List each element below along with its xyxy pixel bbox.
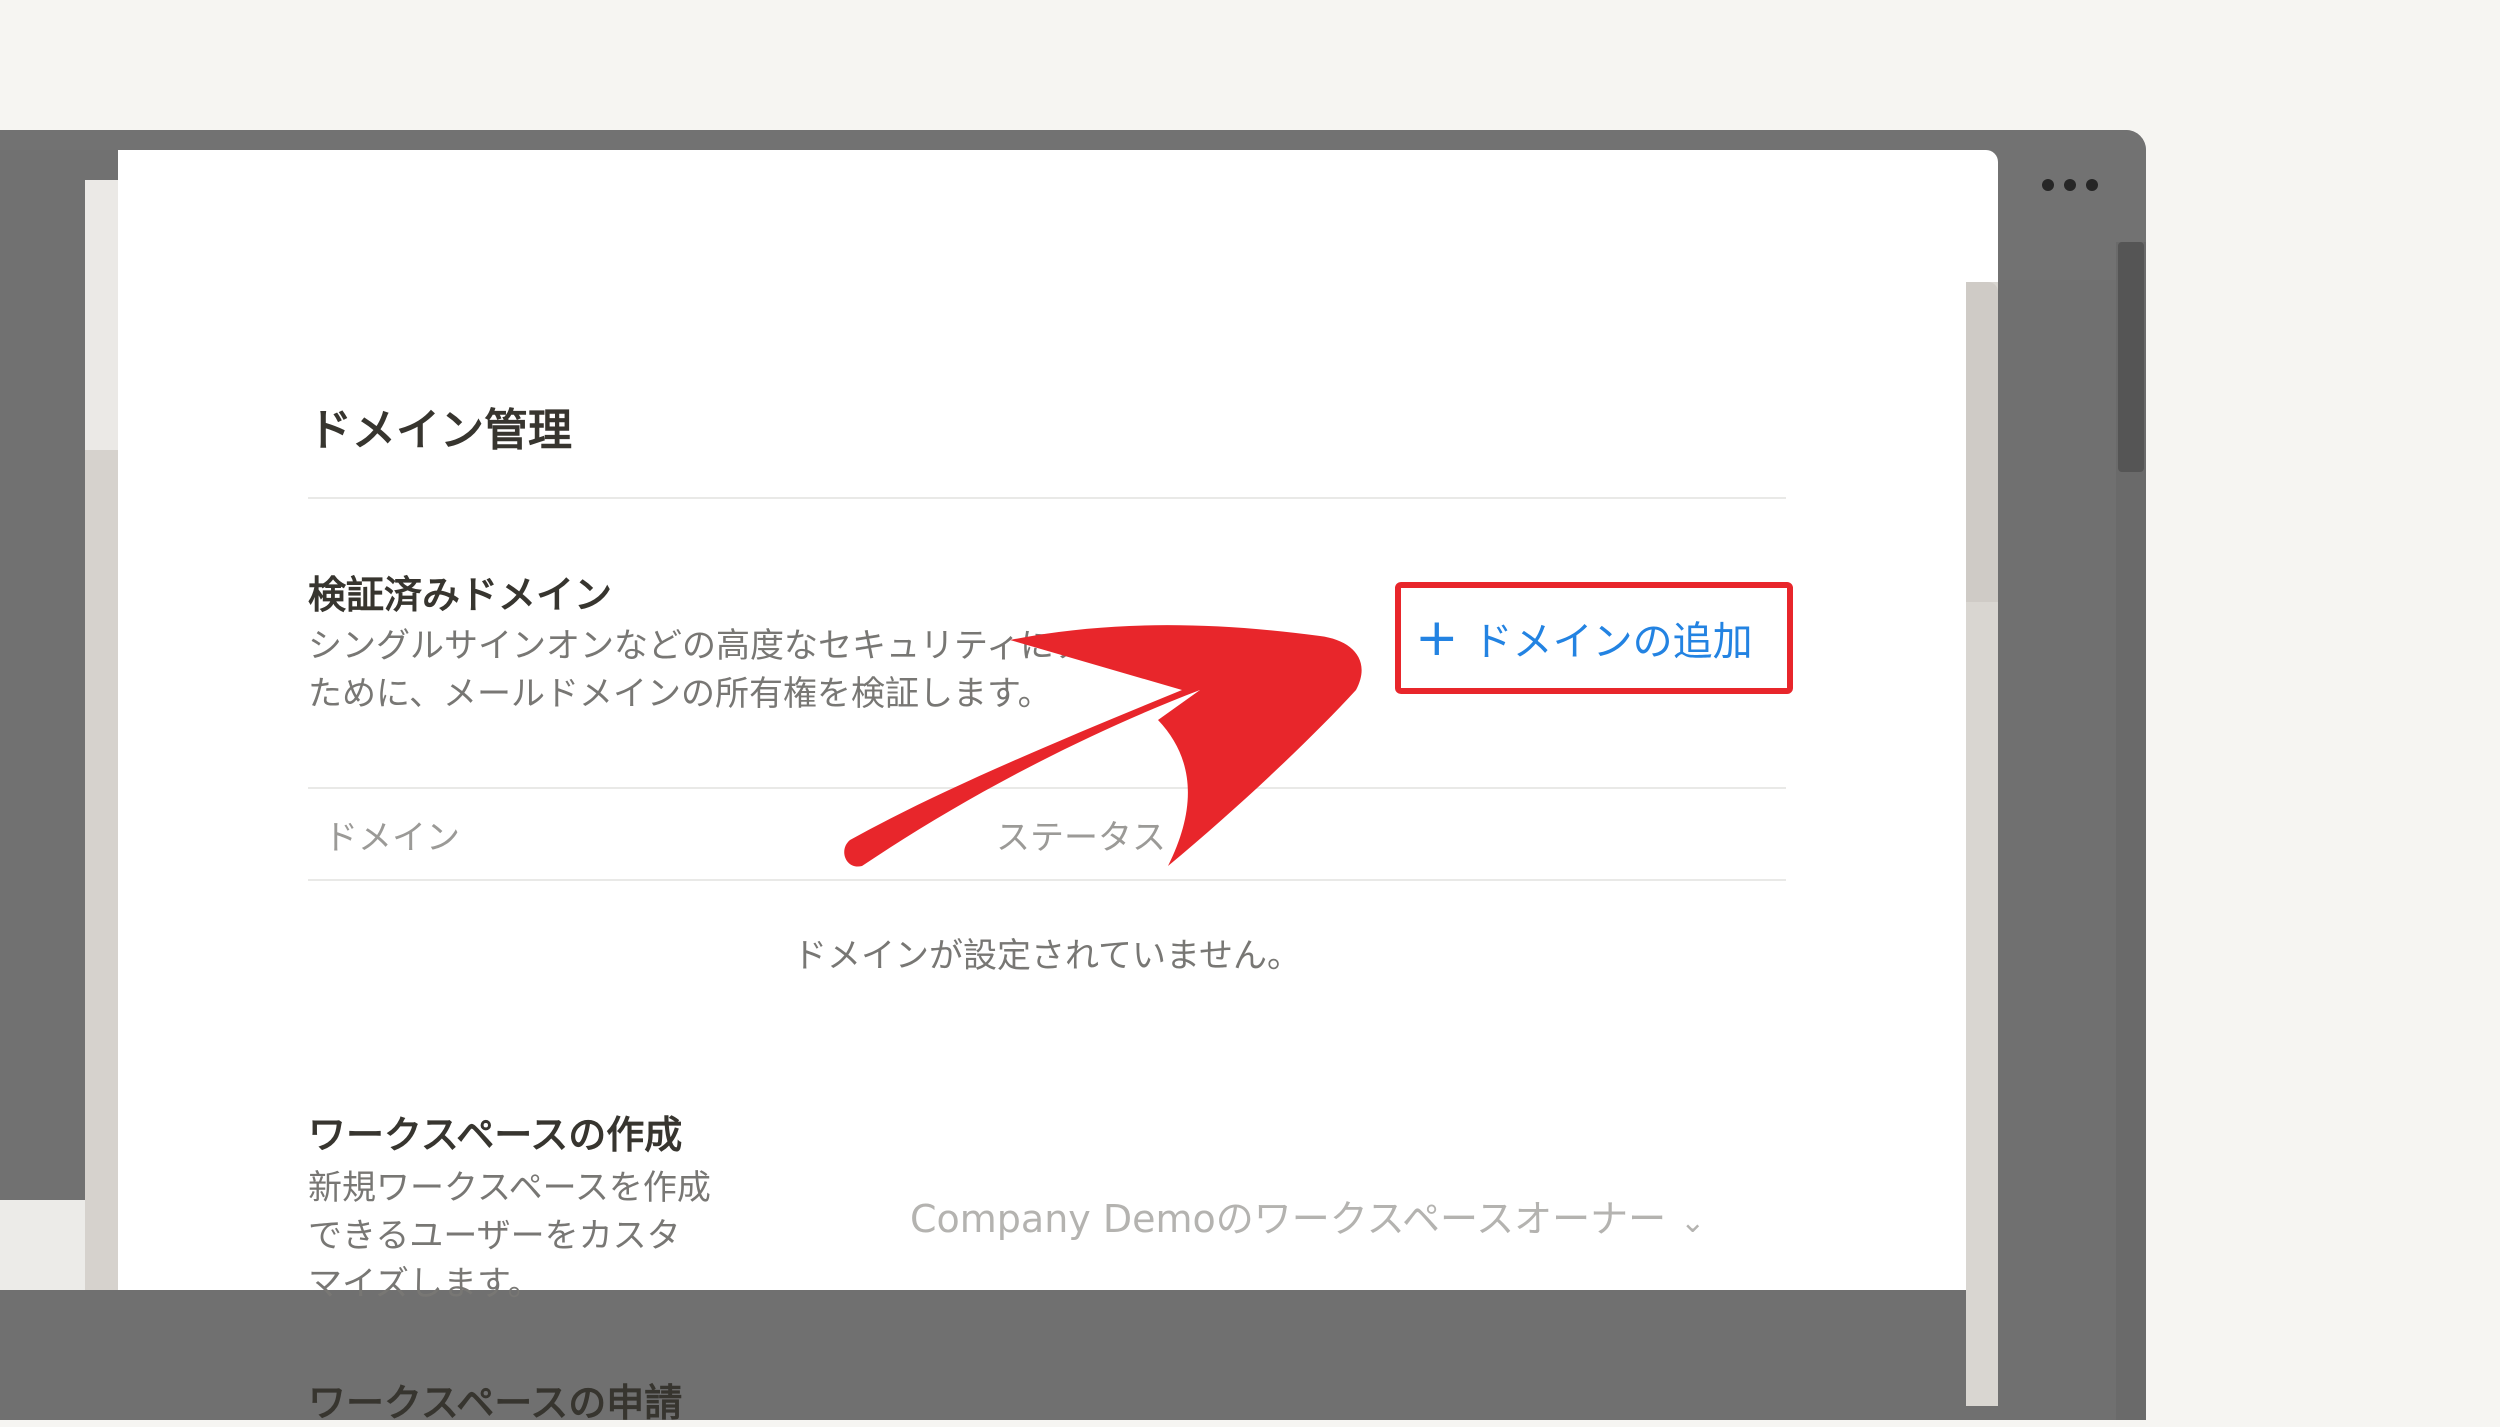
annotation-arrow-icon xyxy=(844,625,1362,867)
